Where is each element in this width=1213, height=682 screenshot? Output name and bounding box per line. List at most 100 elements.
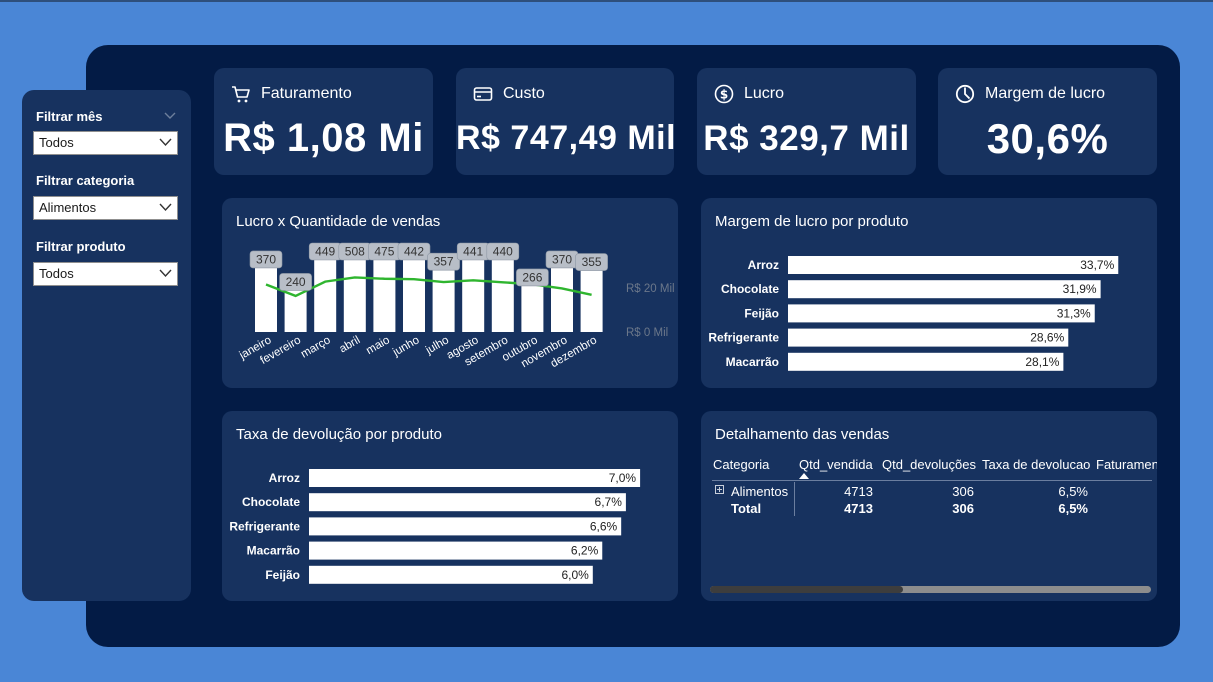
kpi-card-margin: Margem de lucro 30,6% — [938, 68, 1157, 175]
data-label-setembro: 440 — [486, 242, 520, 261]
category-label: Refrigerante — [708, 331, 779, 345]
bar-Macarrão — [309, 541, 603, 560]
row-return-rate: 6,5% — [1058, 484, 1088, 499]
kpi-card-cost: Custo R$ 747,49 Mil — [456, 68, 677, 175]
row-qty-returns: 306 — [952, 484, 974, 499]
window-top-edge — [0, 0, 1213, 2]
category-label: Arroz — [748, 258, 779, 272]
category-label: Feijão — [744, 306, 779, 320]
data-label-março: 449 — [308, 242, 342, 261]
horizontal-scrollbar[interactable] — [710, 586, 1151, 593]
expand-icon[interactable] — [715, 485, 724, 494]
kpi-card-profit: $ Lucro R$ 329,7 Mil — [697, 68, 916, 175]
scrollbar-thumb[interactable] — [710, 586, 903, 593]
bar-Macarrão — [788, 352, 1064, 371]
data-label: 6,7% — [595, 495, 623, 509]
svg-text:$: $ — [720, 88, 728, 102]
kpi-card-revenue: Faturamento R$ 1,08 Mi — [214, 68, 433, 175]
chevron-down-icon — [159, 269, 172, 278]
data-label: 6,2% — [571, 544, 599, 558]
filter-month-value: Todos — [39, 135, 74, 150]
filter-month-label: Filtrar mês — [36, 109, 103, 124]
sales-detail-card: Detalhamento das vendas Categoria Qtd_ve… — [701, 411, 1157, 601]
bar-Arroz — [309, 469, 641, 487]
column-header-qty-returns[interactable]: Qtd_devoluções — [882, 457, 976, 472]
column-header-category[interactable]: Categoria — [713, 457, 769, 472]
column-header-revenue[interactable]: Faturamen — [1096, 457, 1157, 472]
data-label: 6,0% — [561, 568, 589, 582]
y2-tick-label: R$ 0 Mil — [626, 327, 668, 339]
bar-março — [314, 254, 337, 332]
data-label: 33,7% — [1080, 258, 1114, 272]
bar-agosto — [462, 255, 485, 332]
data-label-text: 442 — [404, 245, 424, 259]
bar-Feijão — [309, 565, 593, 584]
margin-by-product-card: Margem de lucro por produto Arroz 33,7% Ch… — [701, 198, 1157, 388]
kpi-revenue-value: R$ 1,08 Mi — [223, 116, 424, 160]
bar-Refrigerante — [788, 328, 1069, 347]
data-label-text: 355 — [582, 255, 602, 269]
dollar-circle-icon: $ — [714, 84, 734, 104]
category-label: Arroz — [269, 471, 300, 485]
bar-janeiro — [255, 267, 277, 332]
y2-tick-label: R$ 20 Mil — [626, 283, 675, 295]
filter-category-label: Filtrar categoria — [36, 173, 135, 188]
data-label-text: 449 — [315, 245, 335, 259]
bar-Chocolate — [309, 493, 626, 512]
data-label-text: 370 — [256, 252, 276, 266]
data-label-janeiro: 370 — [249, 250, 283, 269]
sort-ascending-icon[interactable] — [798, 472, 810, 480]
data-label-novembro: 370 — [545, 250, 579, 269]
data-label-text: 508 — [345, 245, 365, 259]
chevron-down-icon[interactable] — [164, 112, 176, 120]
total-return-rate: 6,5% — [1058, 501, 1088, 516]
profit-vs-sales-chart: 370240449 508 475 442357441 440266370 355jane… — [237, 242, 675, 370]
filter-panel: Filtrar mês Todos Filtrar categoria Alim… — [22, 90, 191, 601]
category-label: Chocolate — [242, 495, 300, 509]
category-label: Chocolate — [721, 282, 779, 296]
column-divider — [794, 482, 795, 516]
x-tick-label: março — [299, 334, 333, 360]
data-label-text: 475 — [374, 245, 394, 259]
bar-Refrigerante — [309, 517, 622, 536]
data-label: 31,3% — [1057, 306, 1091, 320]
kpi-cost-value: R$ 747,49 Mil — [456, 119, 677, 157]
bar-julho — [432, 270, 455, 332]
filter-product-select[interactable]: Todos — [33, 262, 178, 286]
kpi-cost-title: Custo — [503, 85, 545, 102]
bar-junho — [403, 255, 425, 332]
return-rate-card: Taxa de devolução por produto Arroz 7,0% C… — [222, 411, 678, 601]
pie-chart-icon — [955, 84, 975, 104]
filter-month-select[interactable]: Todos — [33, 131, 178, 155]
kpi-margin-value: 30,6% — [986, 115, 1109, 162]
bar-dezembro — [580, 270, 603, 332]
column-header-qty-sold[interactable]: Qtd_vendida — [799, 457, 873, 472]
filter-product-value: Todos — [39, 266, 74, 281]
kpi-profit-title: Lucro — [744, 85, 785, 102]
credit-card-icon — [473, 87, 493, 101]
data-label-outubro: 266 — [516, 268, 549, 287]
column-header-return-rate[interactable]: Taxa de devolucao — [982, 457, 1090, 472]
data-label-text: 440 — [493, 245, 513, 259]
data-label: 28,6% — [1030, 331, 1064, 345]
data-label: 28,1% — [1025, 355, 1059, 369]
total-qty-sold: 4713 — [844, 501, 873, 516]
x-tick-label: maio — [364, 334, 392, 357]
data-label-dezembro: 355 — [575, 253, 608, 271]
cart-icon — [232, 86, 250, 103]
data-label-fevereiro: 240 — [279, 273, 312, 291]
bar-Arroz — [788, 256, 1119, 274]
total-label: Total — [731, 501, 762, 516]
data-label-text: 357 — [434, 255, 454, 269]
data-label-abril: 508 — [338, 242, 372, 261]
data-label: 7,0% — [609, 471, 637, 485]
data-label-junho: 442 — [397, 242, 431, 261]
row-category: Alimentos — [731, 484, 789, 499]
data-label: 6,6% — [590, 519, 618, 533]
data-label-text: 370 — [552, 252, 572, 266]
bar-novembro — [551, 267, 573, 332]
data-label-julho: 357 — [427, 252, 460, 271]
kpi-revenue-title: Faturamento — [261, 85, 352, 102]
filter-category-select[interactable]: Alimentos — [33, 196, 178, 220]
return-rate-chart: Arroz 7,0% Chocolate 6,7% Refrigerante 6,6% Ma… — [229, 469, 641, 584]
